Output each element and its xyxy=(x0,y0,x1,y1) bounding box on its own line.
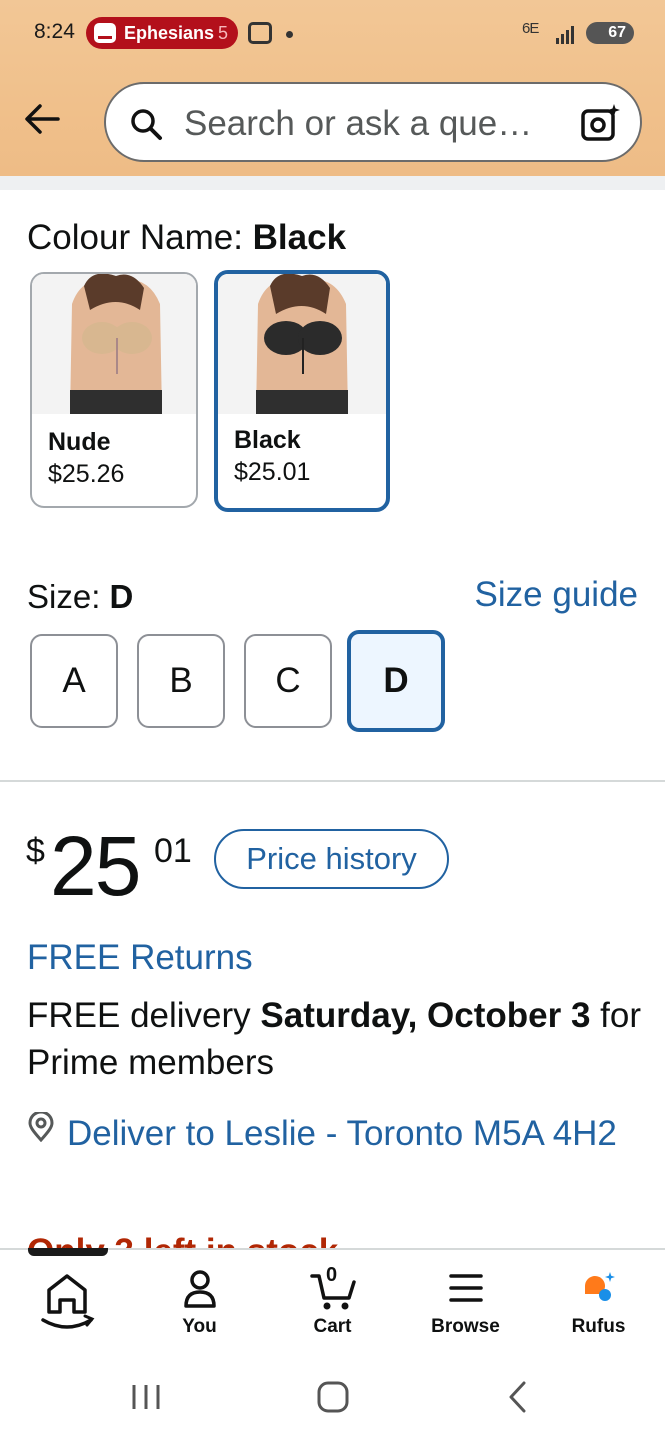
system-navigation-bar xyxy=(0,1352,665,1440)
battery-icon: 67 xyxy=(586,22,634,44)
free-returns-link[interactable]: FREE Returns xyxy=(27,938,253,978)
colour-option-name: Black xyxy=(234,426,301,454)
section-divider xyxy=(0,780,665,782)
notification-text: Ephesians xyxy=(124,22,215,43)
search-icon xyxy=(131,109,162,140)
deliver-to-link[interactable]: Deliver to Leslie - Toronto M5A 4H2 xyxy=(67,1110,647,1157)
delivery-prefix: FREE delivery xyxy=(27,996,261,1035)
notification-pill[interactable]: Ephesians 5 xyxy=(86,17,238,49)
search-input[interactable]: Search or ask a que… xyxy=(184,104,532,144)
bottom-nav: You 0 Cart Browse Rufus xyxy=(0,1248,665,1352)
selected-size: D xyxy=(109,578,134,615)
colour-option-nude[interactable]: Nude $25.26 xyxy=(30,272,198,508)
back-arrow-icon[interactable] xyxy=(22,100,62,140)
bible-app-icon xyxy=(94,23,116,43)
system-back-icon[interactable] xyxy=(506,1380,530,1414)
price-whole: 25 xyxy=(50,819,141,913)
colour-option-price: $25.01 xyxy=(234,458,311,486)
nav-home[interactable] xyxy=(0,1250,133,1350)
size-option-a[interactable]: A xyxy=(30,634,118,728)
status-time: 8:24 xyxy=(34,20,75,43)
camera-search-icon[interactable] xyxy=(580,102,622,144)
colour-option-price: $25.26 xyxy=(48,460,125,488)
nav-rufus[interactable]: Rufus xyxy=(532,1250,665,1350)
header-divider xyxy=(0,176,665,190)
search-bar[interactable]: Search or ask a que… xyxy=(104,82,642,162)
user-icon xyxy=(183,1270,216,1308)
size-option-d[interactable]: D xyxy=(347,630,445,732)
size-option-c[interactable]: C xyxy=(244,634,332,728)
nav-you-label: You xyxy=(182,1316,217,1337)
price-fraction: 01 xyxy=(154,832,192,870)
notification-chapter: 5 xyxy=(218,22,229,43)
rufus-icon xyxy=(584,1272,615,1301)
nav-you[interactable]: You xyxy=(133,1250,266,1350)
product-image-black xyxy=(218,274,386,414)
home-icon xyxy=(40,1274,94,1329)
stock-status: Only 3 left in stock xyxy=(27,1232,338,1249)
colour-label-text: Colour Name: xyxy=(27,218,253,257)
nav-browse-label: Browse xyxy=(431,1316,500,1337)
delivery-info: FREE delivery Saturday, October 3 for Pr… xyxy=(27,992,647,1086)
price-history-button[interactable]: Price history xyxy=(214,829,449,889)
product-image-nude xyxy=(32,274,196,414)
size-label: Size: D xyxy=(27,578,133,616)
size-option-b[interactable]: B xyxy=(137,634,225,728)
nav-cart[interactable]: 0 Cart xyxy=(266,1250,399,1350)
wifi-icon: 6E xyxy=(522,20,539,37)
size-guide-link[interactable]: Size guide xyxy=(475,575,638,615)
selected-colour: Black xyxy=(252,218,347,257)
recent-apps-icon[interactable] xyxy=(130,1382,162,1412)
colour-option-black[interactable]: Black $25.01 xyxy=(214,270,390,512)
nav-rufus-label: Rufus xyxy=(571,1316,626,1337)
status-bar: 8:24 Ephesians 5 6E 67 xyxy=(0,0,665,68)
home-button-icon[interactable] xyxy=(316,1380,350,1414)
screenshot-icon xyxy=(248,22,272,44)
colour-name-label: Colour Name: Black xyxy=(27,218,346,258)
size-label-text: Size: xyxy=(27,578,110,615)
nav-cart-label: Cart xyxy=(313,1316,352,1337)
more-notifications-dot-icon xyxy=(286,31,293,38)
delivery-date: Saturday, October 3 xyxy=(260,996,591,1035)
colour-option-name: Nude xyxy=(48,428,111,456)
cart-count: 0 xyxy=(326,1264,338,1286)
signal-icon xyxy=(556,24,574,44)
menu-icon xyxy=(448,1274,483,1302)
location-pin-icon xyxy=(28,1112,54,1142)
price-currency: $ xyxy=(26,832,45,870)
app-header: 8:24 Ephesians 5 6E 67 Search or ask a q… xyxy=(0,0,665,176)
nav-browse[interactable]: Browse xyxy=(399,1250,532,1350)
